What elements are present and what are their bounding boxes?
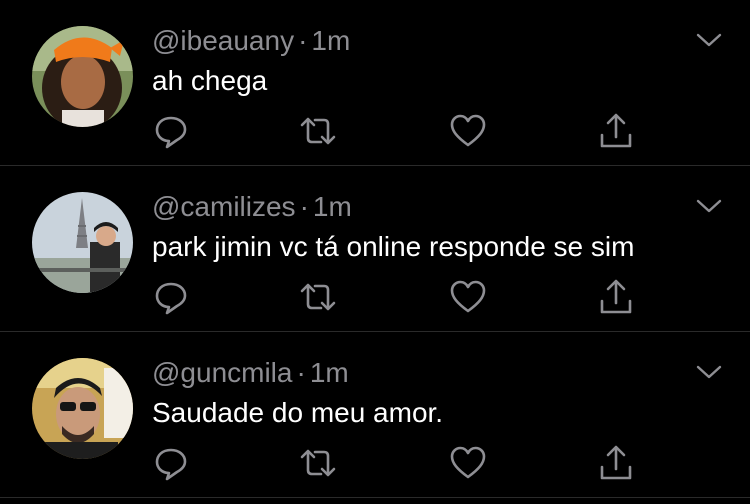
- timestamp[interactable]: 1m: [311, 25, 350, 56]
- avatar[interactable]: [32, 192, 133, 293]
- reply-icon[interactable]: [153, 113, 189, 149]
- tweet-item[interactable]: @guncmila · 1m Saudade do meu amor.: [0, 332, 750, 497]
- share-icon[interactable]: [598, 279, 634, 315]
- tweet-meta: @ibeauany · 1m: [152, 24, 350, 58]
- retweet-icon[interactable]: [300, 279, 336, 315]
- separator: ·: [299, 191, 309, 222]
- chevron-down-icon[interactable]: [694, 196, 724, 216]
- tweet-text: ah chega: [152, 65, 268, 96]
- heart-icon[interactable]: [450, 279, 486, 315]
- tweet-meta: @camilizes · 1m: [152, 190, 352, 224]
- share-icon[interactable]: [598, 445, 634, 481]
- chevron-down-icon[interactable]: [694, 362, 724, 382]
- reply-icon[interactable]: [153, 445, 189, 481]
- timestamp[interactable]: 1m: [310, 357, 349, 388]
- tweet-text: Saudade do meu amor.: [152, 397, 444, 428]
- separator: ·: [298, 25, 308, 56]
- retweet-icon[interactable]: [300, 113, 336, 149]
- separator: ·: [296, 357, 306, 388]
- user-handle[interactable]: @guncmila: [152, 357, 292, 388]
- tweet-item[interactable]: @camilizes · 1m park jimin vc tá online re…: [0, 166, 750, 331]
- divider: [0, 497, 750, 498]
- timestamp[interactable]: 1m: [313, 191, 352, 222]
- avatar[interactable]: [32, 26, 133, 127]
- tweet-item[interactable]: @ibeauany · 1m ah chega: [0, 0, 750, 165]
- tweet-meta: @guncmila · 1m: [152, 356, 349, 390]
- retweet-icon[interactable]: [300, 445, 336, 481]
- reply-icon[interactable]: [153, 279, 189, 315]
- tweet-feed: @ibeauany · 1m ah chega @camilizes · 1m …: [0, 0, 750, 504]
- heart-icon[interactable]: [450, 445, 486, 481]
- tweet-text: park jimin vc tá online responde se sim: [152, 231, 635, 262]
- chevron-down-icon[interactable]: [694, 30, 724, 50]
- avatar[interactable]: [32, 358, 133, 459]
- heart-icon[interactable]: [450, 113, 486, 149]
- user-handle[interactable]: @camilizes: [152, 191, 296, 222]
- user-handle[interactable]: @ibeauany: [152, 25, 294, 56]
- share-icon[interactable]: [598, 113, 634, 149]
